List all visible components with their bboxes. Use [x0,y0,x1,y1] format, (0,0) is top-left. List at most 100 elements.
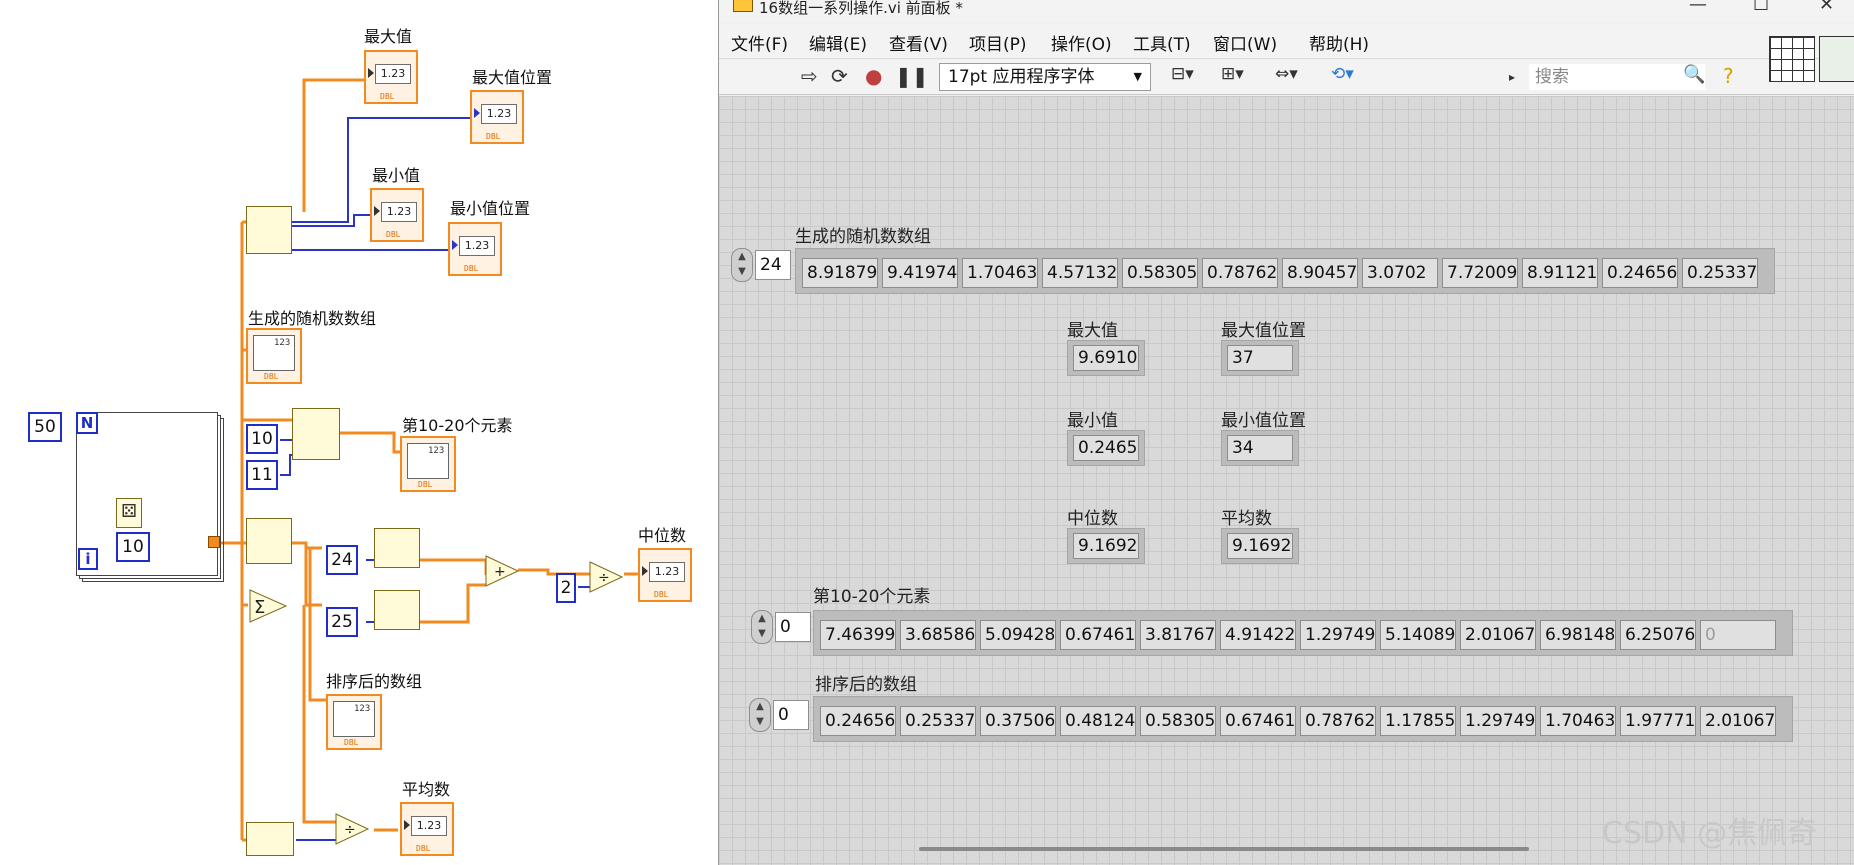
bd-label-median: 中位数 [638,526,687,545]
search-input[interactable]: 搜索 [1529,64,1705,90]
array-cell: 3.81767 [1140,620,1216,650]
array-cell: 1.29749 [1460,706,1536,736]
array-cell: 8.91879 [802,258,878,288]
menu-bar: 文件(F) 编辑(E) 查看(V) 项目(P) 操作(O) 工具(T) 窗口(W… [719,24,1854,59]
sum-node[interactable]: Σ [248,588,288,624]
help-icon[interactable]: ? [1723,64,1734,88]
random-array-index-value[interactable]: 24 [755,250,791,280]
array-subset-node[interactable] [292,408,340,460]
bd-array-subset[interactable]: 123 DBL [400,436,456,492]
menu-project[interactable]: 项目(P) [969,30,1027,55]
const-length[interactable]: 11 [246,460,278,490]
const-divisor[interactable]: 2 [556,573,576,603]
search-icon[interactable]: 🔍 [1683,64,1705,85]
index-spinner-icon[interactable]: ▲ ▼ [751,610,773,644]
connector-pane-icon[interactable] [1769,36,1815,82]
min-value-indicator[interactable]: 0.24656 [1067,430,1145,466]
index-spinner-icon[interactable]: ▲ ▼ [749,698,771,732]
maximize-icon[interactable]: ☐ [1753,0,1769,15]
bd-indicator-max[interactable]: 1.23 DBL [364,50,418,104]
mean-indicator[interactable]: 9.16926 [1221,528,1299,564]
random-array-display[interactable]: 8.91879 9.41974 1.70463 4.57132 0.58305 … [795,248,1775,294]
toolbar: ⇨ ⟳ ● ❚❚ 17pt 应用程序字体 ▼ ⊟▾ ⊞▾ ⇔▾ ⟲▾ ▸ 搜索 🔍… [719,36,1854,95]
mean-label: 平均数 [1221,509,1272,529]
array-cell: 0.58305 [1140,706,1216,736]
svg-text:+: + [494,564,506,580]
random-number-icon[interactable]: ⚄ [116,498,142,528]
window-title: 16数组一系列操作.vi 前面板 * [759,0,963,17]
index-spinner-icon[interactable]: ▲ ▼ [731,248,753,282]
svg-text:÷: ÷ [598,570,610,586]
array-cell: 3.68586 [900,620,976,650]
bd-indicator-mean[interactable]: 1.23 DBL [400,802,454,856]
array-size-node[interactable] [246,822,294,856]
const-start-index[interactable]: 10 [246,424,278,454]
resize-objects-icon[interactable]: ⇔▾ [1275,64,1298,84]
loop-tunnel [208,536,220,548]
bd-indicator-median[interactable]: 1.23 DBL [638,548,692,602]
menu-tools[interactable]: 工具(T) [1133,30,1191,55]
array-cell: 3.0702 [1362,258,1438,288]
bd-indicator-max-index[interactable]: 1.23 DBL [470,90,524,144]
distribute-objects-icon[interactable]: ⊞▾ [1221,64,1244,84]
search-arrow-icon: ▸ [1509,70,1516,84]
run-arrow-icon[interactable]: ⇨ [801,64,818,88]
bd-indicator-min[interactable]: 1.23 DBL [370,188,424,242]
divide-node-median[interactable]: ÷ [588,560,624,594]
bd-array-sorted[interactable]: 123 DBL [326,694,382,750]
reorder-icon[interactable]: ⟲▾ [1331,64,1354,84]
array-cell: 6.25076 [1620,620,1696,650]
vi-icon[interactable] [1819,36,1854,82]
bd-label-max-index: 最大值位置 [472,68,553,87]
add-node[interactable]: + [484,554,520,588]
array-cell: 2.01067 [1460,620,1536,650]
watermark: CSDN @焦佩奇 [1602,816,1818,851]
minimize-icon[interactable]: — [1689,0,1707,15]
array-cell: 1.70463 [1540,706,1616,736]
array-cell: 0.67461 [1220,706,1296,736]
max-value-indicator[interactable]: 9.69102 [1067,340,1145,376]
font-select[interactable]: 17pt 应用程序字体 ▼ [939,63,1151,91]
sort-array-node[interactable] [246,518,292,564]
median-indicator[interactable]: 9.16926 [1067,528,1145,564]
subset-array-display[interactable]: 7.46399 3.68586 5.09428 0.67461 3.81767 … [813,610,1793,656]
menu-file[interactable]: 文件(F) [731,30,788,55]
menu-help[interactable]: 帮助(H) [1309,30,1369,55]
random-array-label: 生成的随机数数组 [795,227,931,247]
bd-indicator-min-index[interactable]: 1.23 DBL [448,222,502,276]
close-icon[interactable]: ✕ [1819,0,1834,15]
menu-operate[interactable]: 操作(O) [1051,30,1112,55]
sorted-array-index-value[interactable]: 0 [773,700,809,730]
loop-iteration-terminal: i [78,548,98,570]
array-cell: 0.25337 [1682,258,1758,288]
menu-window[interactable]: 窗口(W) [1213,30,1277,55]
horizontal-scrollbar[interactable] [919,847,1529,851]
loop-count-terminal[interactable]: N [76,412,98,434]
subset-array-index-value[interactable]: 0 [775,612,811,642]
svg-text:÷: ÷ [344,822,356,838]
max-index-indicator[interactable]: 37 [1221,340,1299,376]
min-index-indicator[interactable]: 34 [1221,430,1299,466]
menu-view[interactable]: 查看(V) [889,30,948,55]
run-continuously-icon[interactable]: ⟳ [831,64,848,88]
index-array-node-a[interactable] [374,528,420,568]
menu-edit[interactable]: 编辑(E) [809,30,867,55]
const-index-a[interactable]: 24 [326,545,358,575]
sorted-array-display[interactable]: 0.24656 0.25337 0.37506 0.48124 0.58305 … [813,696,1793,742]
align-objects-icon[interactable]: ⊟▾ [1171,64,1194,84]
front-panel-window: 16数组一系列操作.vi 前面板 * — ☐ ✕ 文件(F) 编辑(E) 查看(… [718,0,1854,865]
array-max-min-node[interactable] [246,206,292,254]
array-cell: 1.17855 [1380,706,1456,736]
abort-icon[interactable]: ● [865,64,882,88]
const-multiplier[interactable]: 10 [116,532,150,562]
array-cell: 5.09428 [980,620,1056,650]
index-array-node-b[interactable] [374,590,420,630]
bd-label-random-array: 生成的随机数数组 [248,309,377,328]
divide-node-mean[interactable]: ÷ [334,812,370,846]
const-loop-count[interactable]: 50 [28,412,62,442]
array-cell: 0.37506 [980,706,1056,736]
pause-icon[interactable]: ❚❚ [895,64,929,88]
bd-array-random[interactable]: 123 DBL [246,328,302,384]
bd-label-subset: 第10-20个元素 [402,416,513,435]
const-index-b[interactable]: 25 [326,607,358,637]
